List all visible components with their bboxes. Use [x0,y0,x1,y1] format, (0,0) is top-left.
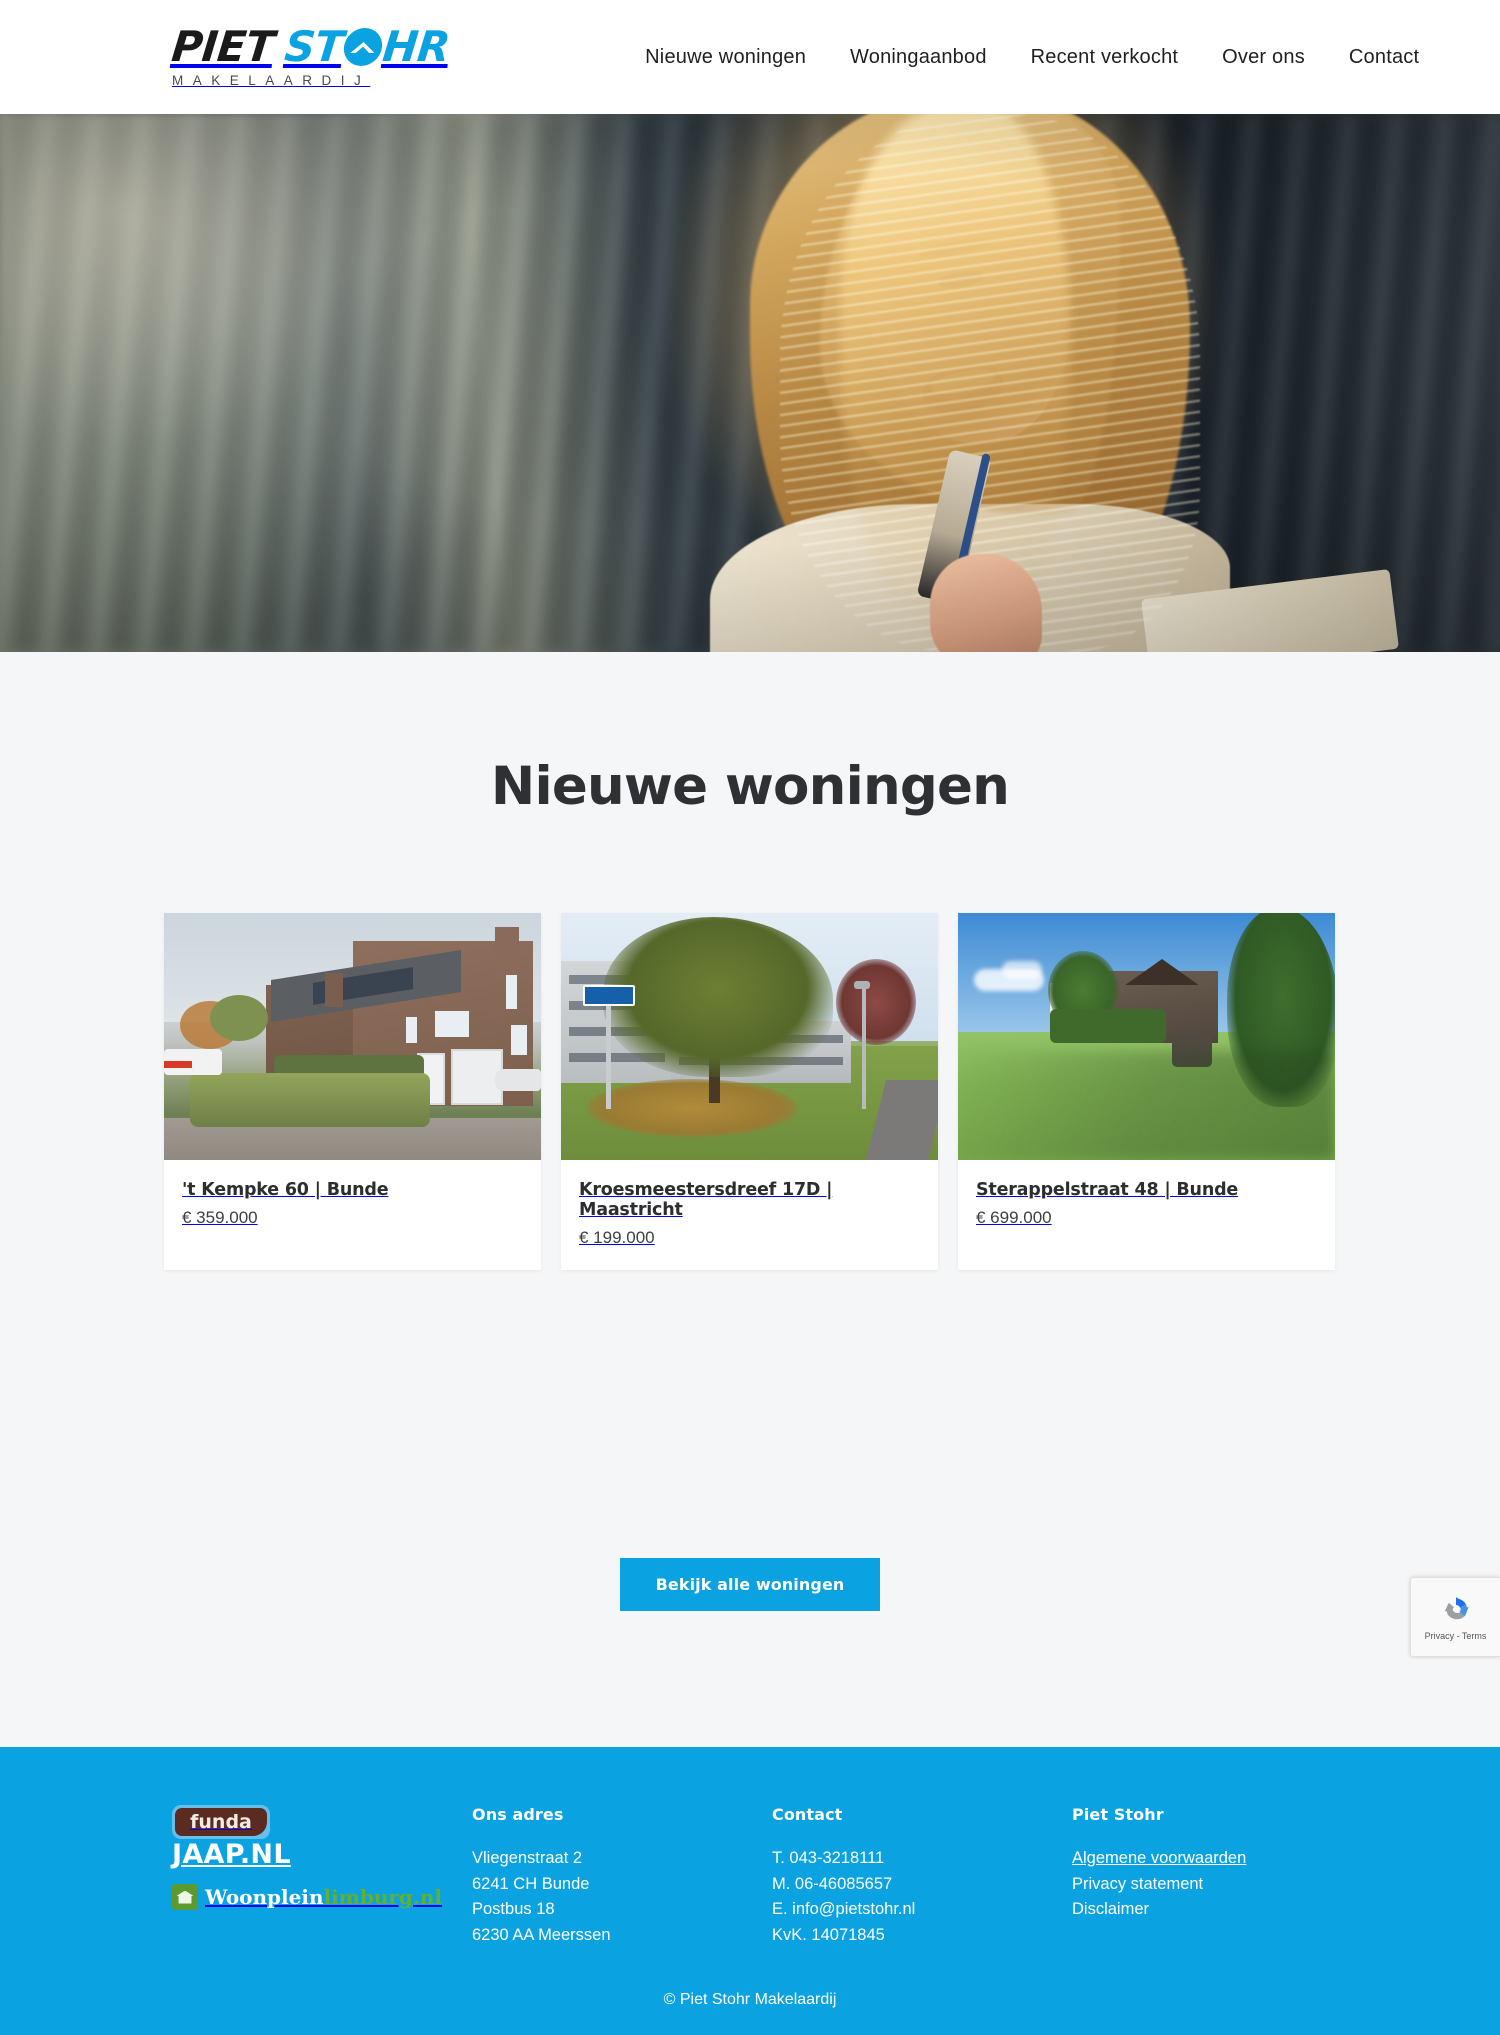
funda-logo-text: funda [175,1808,267,1836]
logo-text-hr: HR [380,22,452,72]
address-line-1: Vliegenstraat 2 [472,1849,583,1867]
woonplein-logo[interactable]: Woonpleinlimburg.nl [172,1884,472,1910]
property-price: € 359.000 [182,1208,258,1227]
cta-container: Bekijk alle woningen [0,1558,1500,1611]
logo-wordmark: PIET ST HR [169,22,452,72]
footer-contact-heading: Contact [772,1805,843,1824]
jaap-logo[interactable]: JAAP.NL [172,1839,291,1870]
property-image [164,913,541,1160]
address-line-4: 6230 AA Meerssen [472,1925,611,1944]
nav-item-nieuwe-woningen[interactable]: Nieuwe woningen [645,46,806,69]
woonplein-logo-text-a: Woonplein [205,1885,324,1909]
contact-phone: T. 043-3218111 [772,1849,885,1867]
property-title: 't Kempke 60 | Bunde [182,1180,389,1200]
property-card[interactable]: Kroesmeestersdreef 17D | Maastricht € 19… [561,913,938,1270]
property-card-list: 't Kempke 60 | Bunde € 359.000 Kroesmees… [164,913,1336,1270]
page-title: Nieuwe woningen [490,756,1010,817]
hero-banner [0,114,1500,652]
site-footer: funda JAAP.NL Woonpleinlimburg.nl Ons ad… [0,1747,1500,2035]
main-content: Nieuwe woningen 't Kempke 60 | Bunde € 3… [0,652,1500,1747]
link-disclaimer[interactable]: Disclaimer [1072,1897,1372,1923]
footer-links-column: Piet Stohr Algemene voorwaarden Privacy … [1072,1805,1372,1948]
address-line-2: 6241 CH Bunde [472,1874,590,1893]
site-logo[interactable]: PIET ST HR MAKELAARDIJ [169,22,452,89]
nav-item-over-ons[interactable]: Over ons [1222,46,1305,69]
woonplein-logo-text-b: limburg.nl [323,1885,443,1909]
property-card-body: Kroesmeestersdreef 17D | Maastricht € 19… [561,1160,938,1270]
woonplein-logo-text: Woonpleinlimburg.nl [205,1885,442,1909]
address-line-3: Postbus 18 [472,1900,555,1919]
property-card-body: Sterappelstraat 48 | Bunde € 699.000 [958,1160,1335,1250]
property-card[interactable]: 't Kempke 60 | Bunde € 359.000 [164,913,541,1270]
copyright-text: © Piet Stohr Makelaardij [663,1991,837,2008]
link-algemene-voorwaarden[interactable]: Algemene voorwaarden [1072,1846,1372,1872]
property-title: Sterappelstraat 48 | Bunde [976,1180,1239,1200]
house-chevron-icon [341,28,384,67]
contact-email: E. info@pietstohr.nl [772,1900,916,1919]
logo-subtitle: MAKELAARDIJ [172,73,371,89]
recaptcha-icon [1444,1597,1469,1620]
site-header: PIET ST HR MAKELAARDIJ Nieuwe woningen W… [0,0,1500,114]
footer-partner-logos: funda JAAP.NL Woonpleinlimburg.nl [172,1805,472,1948]
property-price: € 699.000 [976,1208,1052,1227]
property-card[interactable]: Sterappelstraat 48 | Bunde € 699.000 [958,913,1335,1270]
contact-kvk: KvK. 14071845 [772,1925,885,1944]
logo-text-st: ST [282,22,346,72]
link-privacy-statement[interactable]: Privacy statement [1072,1872,1372,1898]
footer-links-heading: Piet Stohr [1072,1805,1164,1824]
footer-address-heading: Ons adres [472,1805,564,1824]
footer-address-column: Ons adres Vliegenstraat 2 6241 CH Bunde … [472,1805,772,1948]
property-image [958,913,1335,1160]
recaptcha-label: Privacy - Terms [1424,1631,1487,1641]
nav-item-recent-verkocht[interactable]: Recent verkocht [1031,46,1179,69]
logo-text-piet: PIET [169,22,277,72]
footer-contact-column: Contact T. 043-3218111 M. 06-46085657 E.… [772,1805,1072,1948]
property-card-body: 't Kempke 60 | Bunde € 359.000 [164,1160,541,1250]
nav-item-contact[interactable]: Contact [1349,46,1419,69]
nav-item-woningaanbod[interactable]: Woningaanbod [850,46,987,69]
contact-mobile: M. 06-46085657 [772,1874,893,1893]
property-image [561,913,938,1160]
property-title: Kroesmeestersdreef 17D | Maastricht [579,1180,833,1220]
recaptcha-badge[interactable]: Privacy - Terms [1410,1577,1500,1657]
funda-logo[interactable]: funda [172,1805,270,1839]
hero-vignette [0,114,1500,652]
view-all-listings-button[interactable]: Bekijk alle woningen [619,1558,881,1611]
main-navigation: Nieuwe woningen Woningaanbod Recent verk… [645,46,1419,69]
property-price: € 199.000 [579,1228,655,1247]
house-icon [172,1884,198,1910]
